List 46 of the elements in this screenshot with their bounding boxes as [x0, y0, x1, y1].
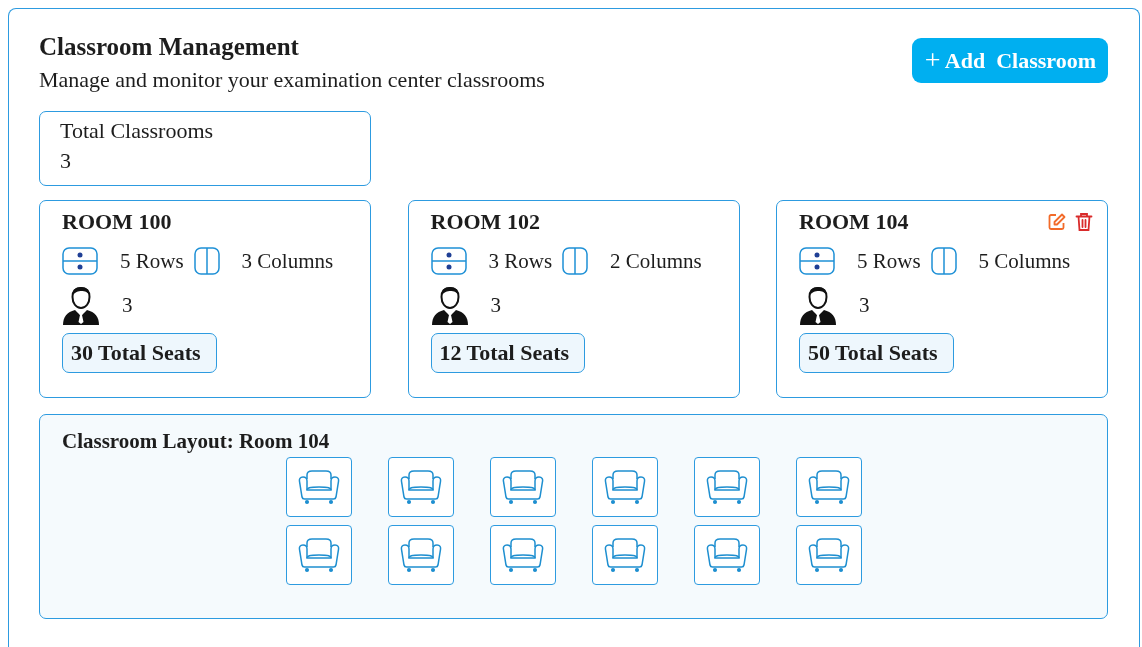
rows-icon	[799, 247, 835, 275]
seat-tile[interactable]	[591, 525, 658, 585]
edit-icon[interactable]	[1047, 212, 1067, 232]
room-name: ROOM 104	[799, 209, 909, 235]
seat-tile[interactable]	[489, 457, 556, 517]
seat-tile[interactable]	[285, 525, 352, 585]
person-icon	[430, 285, 469, 325]
rows-count: 5 Rows	[857, 248, 921, 274]
summary-value: 3	[60, 148, 72, 174]
invigilator-count: 3	[122, 292, 133, 318]
columns-count: 5 Columns	[978, 248, 1071, 274]
seat-tile[interactable]	[693, 457, 760, 517]
columns-icon	[562, 247, 589, 275]
seat-tile[interactable]	[795, 525, 862, 585]
total-seats-badge: 50 Total Seats	[799, 333, 954, 373]
seat-tile[interactable]	[591, 457, 658, 517]
seat-tile[interactable]	[795, 457, 862, 517]
invigilator-count: 3	[490, 292, 501, 318]
page-title: Classroom Management	[39, 33, 300, 61]
rows-icon	[430, 247, 467, 275]
room-name: ROOM 100	[62, 209, 172, 235]
summary-label: Total Classrooms	[60, 118, 215, 144]
columns-count: 3 Columns	[241, 248, 334, 274]
room-name: ROOM 102	[430, 209, 540, 235]
room-card[interactable]: ROOM 100 5 Rows 3 Columns 3 30 Total Seats	[39, 200, 371, 398]
rows-count: 3 Rows	[488, 248, 553, 274]
seat-tile[interactable]	[387, 457, 454, 517]
delete-icon[interactable]	[1075, 212, 1093, 232]
seat-tile[interactable]	[489, 525, 556, 585]
columns-count: 2 Columns	[610, 248, 702, 274]
person-icon	[62, 285, 100, 325]
seat-tile[interactable]	[693, 525, 760, 585]
seat-tile[interactable]	[387, 525, 454, 585]
seat-tile[interactable]	[285, 457, 352, 517]
rows-count: 5 Rows	[120, 248, 184, 274]
total-seats-badge: 30 Total Seats	[62, 333, 217, 373]
room-card[interactable]: ROOM 102 3 Rows 2 Columns 3 12 Total Seats	[407, 200, 740, 398]
page-subtitle: Manage and monitor your examination center classrooms	[39, 67, 545, 93]
total-seats-badge: 12 Total Seats	[430, 333, 586, 373]
rows-icon	[62, 247, 98, 275]
layout-title: Classroom Layout: Room 104	[62, 429, 331, 454]
room-card[interactable]: ROOM 104 5 Rows 5 Columns 3 50 Total Seats	[776, 200, 1108, 398]
person-icon	[799, 285, 837, 325]
columns-icon	[193, 247, 220, 275]
invigilator-count: 3	[859, 292, 870, 318]
columns-icon	[930, 247, 957, 275]
